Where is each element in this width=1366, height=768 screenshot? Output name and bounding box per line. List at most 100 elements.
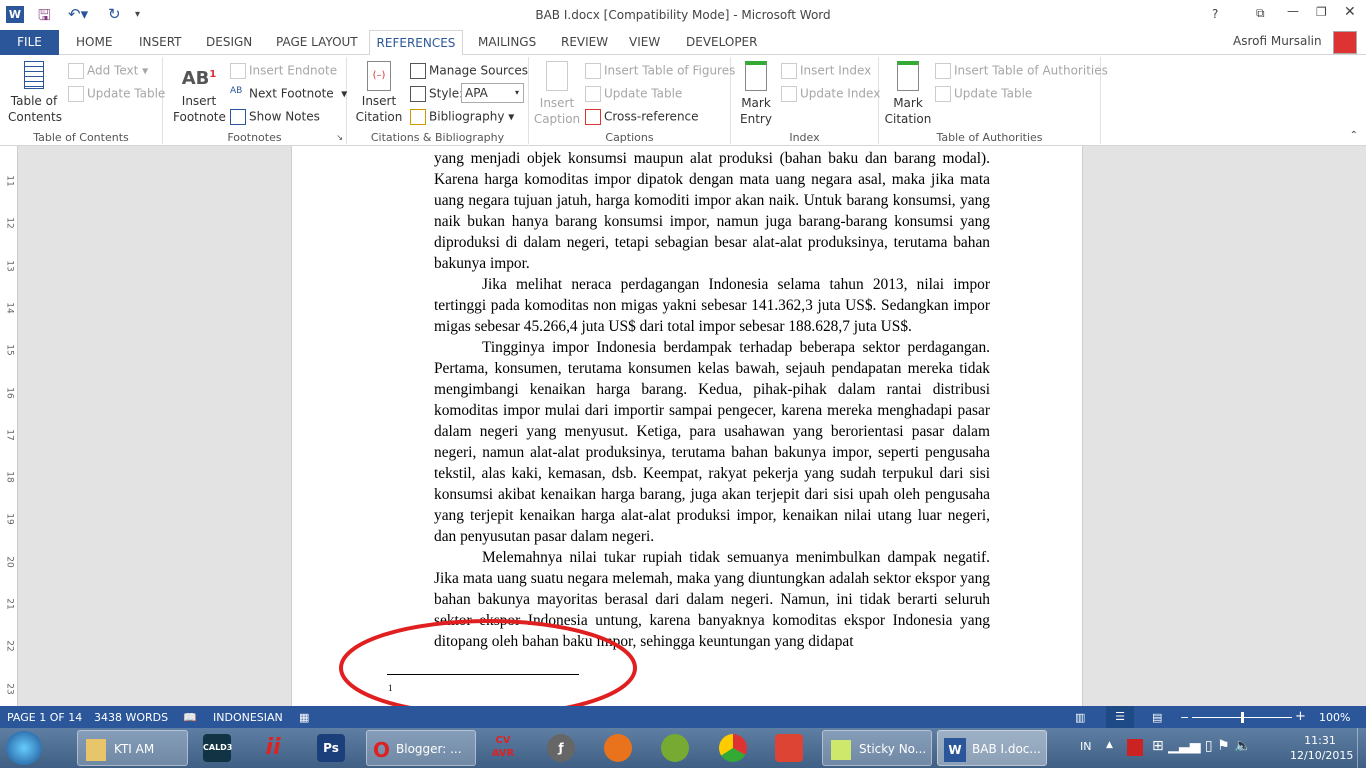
firefox-icon[interactable] — [604, 734, 632, 762]
ribbon-display-options-icon[interactable]: ⧉ — [1256, 6, 1265, 21]
zoom-level[interactable]: 100% — [1319, 711, 1350, 724]
insert-table-of-figures-button[interactable]: Insert Table of Figures — [585, 63, 735, 79]
chrome-icon[interactable] — [719, 734, 747, 762]
style-label: Style: — [410, 86, 463, 102]
zoom-slider-thumb[interactable] — [1241, 712, 1244, 723]
endnote-icon — [230, 63, 246, 79]
proofing-icon[interactable]: 📖 — [183, 711, 197, 724]
insert-footnote-button[interactable]: AB1 Insert Footnote — [173, 67, 226, 125]
insert-index-icon — [781, 63, 797, 79]
update-table-icon — [68, 86, 84, 102]
paragraph[interactable]: Melemahnya nilai tukar rupiah berdampak … — [434, 146, 990, 274]
ii-app-icon[interactable]: ii — [259, 734, 287, 762]
zoom-in-button[interactable]: + — [1295, 709, 1306, 724]
add-text-button[interactable]: Add Text ▾ — [68, 63, 148, 79]
dialog-launcher-icon[interactable]: ↘ — [336, 133, 343, 142]
print-layout-icon[interactable]: ☰ — [1106, 706, 1134, 728]
ruler-mark: 15 — [4, 344, 15, 356]
ruler-mark: 13 — [4, 259, 15, 272]
insert-endnote-button[interactable]: Insert Endnote — [230, 63, 337, 79]
group-label: Table of Contents — [33, 131, 129, 144]
show-hidden-icons[interactable]: ▲ — [1106, 740, 1113, 750]
user-name[interactable]: Asrofi Mursalin — [1233, 34, 1322, 48]
book-app-icon[interactable] — [775, 734, 803, 762]
word-count[interactable]: 3438 WORDS — [94, 711, 168, 724]
time: 11:31 — [1304, 734, 1336, 747]
vertical-ruler[interactable]: 1112131415161718192021222324 — [0, 146, 18, 706]
update-table-figures-button[interactable]: Update Table — [585, 86, 682, 102]
input-language[interactable]: IN — [1080, 740, 1091, 753]
read-mode-icon[interactable]: ▥ — [1075, 711, 1085, 724]
paragraph[interactable]: Tingginya impor Indonesia berdampak terh… — [434, 337, 990, 547]
tab-design[interactable]: DESIGN — [196, 30, 262, 55]
minimize-button[interactable]: — — [1287, 4, 1299, 18]
page-count[interactable]: PAGE 1 OF 14 — [7, 711, 82, 724]
insert-citation-button[interactable]: (–) Insert Citation — [353, 61, 405, 125]
taskbar-item-word[interactable]: W BAB I.doc... — [937, 730, 1047, 766]
taskbar-item-opera-blogger[interactable]: O Blogger: ... — [366, 730, 476, 766]
group-index: Mark Entry Insert Index Update Index Ind… — [731, 57, 880, 144]
caption-icon — [546, 61, 568, 91]
update-table-icon — [585, 86, 601, 102]
ruler-mark: 14 — [4, 302, 15, 314]
tab-references[interactable]: REFERENCES — [369, 30, 463, 56]
table-of-figures-icon — [585, 63, 601, 79]
insert-caption-button[interactable]: Insert Caption — [533, 61, 581, 127]
document-body[interactable]: Melemahnya nilai tukar rupiah berdampak … — [434, 146, 990, 652]
update-index-button[interactable]: Update Index — [781, 86, 880, 102]
opera-icon: O — [373, 737, 391, 762]
tab-file[interactable]: FILE — [0, 30, 59, 55]
tray-app-icon[interactable] — [1127, 739, 1143, 756]
bibliography-button[interactable]: Bibliography ▾ — [410, 109, 514, 125]
collapse-ribbon-icon[interactable]: ⌃ — [1350, 130, 1358, 141]
tab-view[interactable]: VIEW — [619, 30, 670, 55]
next-footnote-button[interactable]: AB Next Footnote ▾ — [230, 86, 347, 102]
style-dropdown[interactable]: APA ▾ — [461, 83, 524, 103]
show-notes-button[interactable]: Show Notes — [230, 109, 320, 125]
clock[interactable]: 11:31 12/10/2015 — [1290, 733, 1353, 763]
update-table-button[interactable]: Update Table — [68, 86, 165, 102]
table-of-contents-button[interactable]: Table of Contents — [8, 61, 62, 125]
start-button[interactable] — [6, 731, 42, 765]
macro-icon[interactable]: ▦ — [299, 711, 309, 724]
corel-icon[interactable] — [661, 734, 689, 762]
mark-entry-button[interactable]: Mark Entry — [733, 61, 779, 127]
cross-reference-button[interactable]: Cross-reference — [585, 109, 699, 125]
insert-table-of-authorities-button[interactable]: Insert Table of Authorities — [935, 63, 1108, 79]
close-button[interactable]: ✕ — [1344, 4, 1356, 20]
taskbar-item-sticky-notes[interactable]: Sticky No... — [822, 730, 932, 766]
help-button[interactable]: ? — [1212, 7, 1218, 21]
tab-page-layout[interactable]: PAGE LAYOUT — [266, 30, 368, 55]
tab-review[interactable]: REVIEW — [551, 30, 618, 55]
flash-icon[interactable]: ƒ — [547, 734, 575, 762]
update-toa-button[interactable]: Update Table — [935, 86, 1032, 102]
tray-icons[interactable]: ⊞ ▁▃▅ ▯ ⚑ 🔈 — [1152, 738, 1252, 754]
tab-insert[interactable]: INSERT — [129, 30, 192, 55]
web-layout-icon[interactable]: ▤ — [1152, 711, 1162, 724]
update-table-icon — [935, 86, 951, 102]
ruler-mark: 21 — [4, 598, 15, 610]
tab-developer[interactable]: DEVELOPER — [676, 30, 767, 55]
ruler-mark: 20 — [4, 555, 15, 568]
cvavr-icon[interactable]: CV AVR — [486, 734, 520, 762]
status-bar: PAGE 1 OF 14 3438 WORDS 📖 INDONESIAN ▦ ▥… — [0, 706, 1366, 728]
tab-home[interactable]: HOME — [66, 30, 122, 55]
restore-button[interactable]: ❐ — [1316, 5, 1327, 19]
footnote-icon: AB1 — [181, 68, 217, 89]
group-citations-bibliography: (–) Insert Citation Manage Sources Style… — [347, 57, 529, 144]
ruler-mark: 23 — [4, 682, 15, 695]
manage-sources-button[interactable]: Manage Sources — [410, 63, 528, 79]
user-avatar[interactable] — [1333, 31, 1357, 54]
tab-mailings[interactable]: MAILINGS — [468, 30, 546, 55]
insert-index-button[interactable]: Insert Index — [781, 63, 871, 79]
ruler-mark: 22 — [4, 640, 15, 653]
paragraph[interactable]: Jika melihat neraca perdagangan Indonesi… — [434, 274, 990, 337]
taskbar: KTI AM CALD3 ii Ps O Blogger: ... CV AVR … — [0, 728, 1366, 768]
show-desktop-button[interactable] — [1357, 728, 1366, 768]
zoom-out-button[interactable]: − — [1180, 711, 1189, 724]
mark-citation-button[interactable]: Mark Citation — [883, 61, 933, 127]
photoshop-icon[interactable]: Ps — [317, 734, 345, 762]
language[interactable]: INDONESIAN — [213, 711, 283, 724]
cald3-icon[interactable]: CALD3 — [203, 734, 232, 762]
taskbar-item-kti-am[interactable]: KTI AM — [77, 730, 188, 766]
